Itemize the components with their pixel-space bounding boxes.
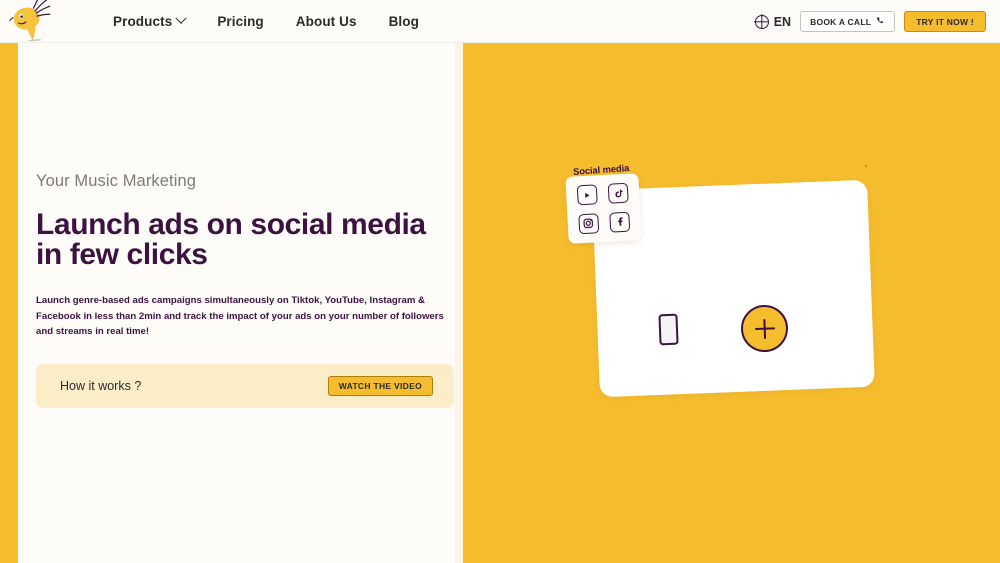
nav-item-products[interactable]: Products: [113, 12, 187, 29]
globe-icon: [754, 14, 769, 29]
tiktok-icon[interactable]: [607, 182, 629, 204]
mascot-bird-logo[interactable]: [6, 0, 56, 44]
book-a-call-label: BOOK A CALL: [810, 16, 872, 27]
nav-label-pricing: Pricing: [217, 13, 264, 29]
hero-left-panel: Your Music Marketing Launch ads on socia…: [18, 43, 455, 563]
header-actions: EN BOOK A CALL TRY IT NOW !: [754, 0, 986, 43]
main-navigation: Products Pricing About Us Blog: [113, 12, 419, 29]
youtube-icon[interactable]: [576, 184, 598, 206]
hero-description: Launch genre-based ads campaigns simulta…: [36, 295, 444, 338]
phone-icon: [876, 16, 885, 27]
left-accent-strip: [0, 43, 18, 563]
panel-divider: [455, 43, 463, 563]
nav-item-about-us[interactable]: About Us: [296, 14, 357, 29]
page-title: Launch ads on social media in few clicks: [36, 208, 426, 271]
watch-the-video-button[interactable]: WATCH THE VIDEO: [327, 375, 433, 396]
nav-item-blog[interactable]: Blog: [389, 14, 419, 29]
nav-label-about-us: About Us: [295, 13, 357, 29]
hero-illustration: Social media: [463, 43, 1000, 563]
try-it-now-button[interactable]: TRY IT NOW !: [904, 11, 986, 32]
language-label: EN: [773, 14, 792, 29]
how-it-works-label: How it works ?: [60, 378, 142, 393]
nav-label-products: Products: [113, 13, 173, 29]
decorative-speck: [865, 165, 867, 167]
try-it-now-label: TRY IT NOW !: [916, 16, 974, 27]
hero-eyebrow: Your Music Marketing: [36, 172, 197, 190]
instagram-icon[interactable]: [578, 213, 600, 235]
phone-outline-icon: [658, 313, 679, 346]
book-a-call-button[interactable]: BOOK A CALL: [800, 11, 896, 32]
site-header: Products Pricing About Us Blog EN BOOK A…: [0, 0, 1000, 43]
how-it-works-banner: How it works ? WATCH THE VIDEO: [36, 363, 454, 408]
facebook-icon[interactable]: [609, 211, 631, 233]
chevron-down-icon: [175, 12, 187, 24]
nav-label-blog: Blog: [388, 13, 419, 29]
social-media-picker-card: [565, 173, 642, 244]
language-selector[interactable]: EN: [754, 14, 792, 29]
page-root: Products Pricing About Us Blog EN BOOK A…: [0, 0, 1000, 563]
hero-content: Your Music Marketing Launch ads on socia…: [36, 172, 456, 408]
nav-item-pricing[interactable]: Pricing: [217, 14, 263, 29]
hero-right-panel: Social media: [463, 43, 1000, 563]
